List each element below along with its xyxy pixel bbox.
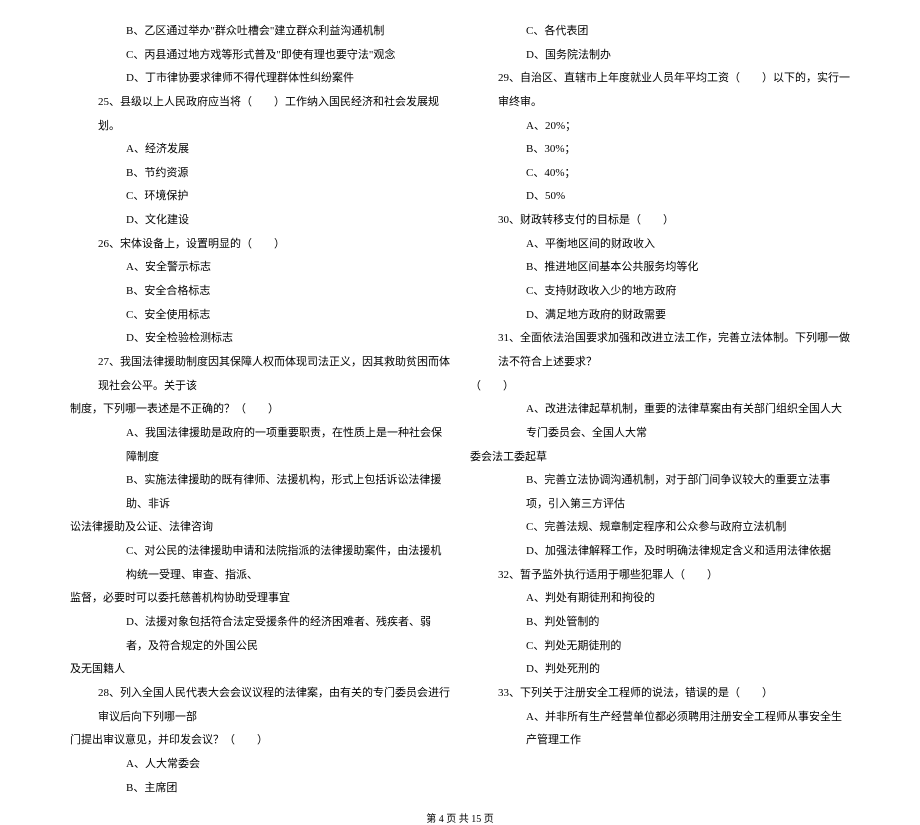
option-text: A、改进法律起草机制，重要的法律草案由有关部门组织全国人大专门委员会、全国人大常 [470,398,850,445]
option-continuation: 监督，必要时可以委托慈善机构协助受理事宜 [70,587,450,611]
option-text: C、支持财政收入少的地方政府 [470,280,850,304]
option-continuation: 委会法工委起草 [470,446,850,470]
option-text: C、判处无期徒刑的 [470,635,850,659]
question-text: 33、下列关于注册安全工程师的说法，错误的是（ ） [470,682,850,706]
option-text: B、主席团 [70,777,450,801]
option-text: B、判处管制的 [470,611,850,635]
option-text: D、法援对象包括符合法定受援条件的经济困难者、残疾者、弱者，及符合规定的外国公民 [70,611,450,658]
option-text: C、完善法规、规章制定程序和公众参与政府立法机制 [470,516,850,540]
question-continuation: 门提出审议意见，并印发会议？（ ） [70,729,450,753]
option-text: A、人大常委会 [70,753,450,777]
option-text: A、20%； [470,115,850,139]
option-text: D、满足地方政府的财政需要 [470,304,850,328]
left-column: B、乙区通过举办"群众吐槽会"建立群众利益沟通机制 C、丙县通过地方戏等形式普及… [60,20,460,800]
option-continuation: 及无国籍人 [70,658,450,682]
option-text: A、我国法律援助是政府的一项重要职责，在性质上是一种社会保障制度 [70,422,450,469]
option-text: B、实施法律援助的既有律师、法援机构，形式上包括诉讼法律援助、非诉 [70,469,450,516]
question-text: 25、县级以上人民政府应当将（ ）工作纳入国民经济和社会发展规划。 [70,91,450,138]
question-text: 28、列入全国人民代表大会会议议程的法律案，由有关的专门委员会进行审议后向下列哪… [70,682,450,729]
page-footer: 第 4 页 共 15 页 [0,810,920,825]
option-text: A、安全警示标志 [70,256,450,280]
question-text: 30、财政转移支付的目标是（ ） [470,209,850,233]
option-text: D、加强法律解释工作，及时明确法律规定含义和适用法律依据 [470,540,850,564]
option-text: A、并非所有生产经营单位都必须聘用注册安全工程师从事安全生产管理工作 [470,706,850,753]
question-continuation: 制度，下列哪一表述是不正确的？（ ） [70,398,450,422]
question-text: 32、暂予监外执行适用于哪些犯罪人（ ） [470,564,850,588]
option-text: C、安全使用标志 [70,304,450,328]
option-text: C、对公民的法律援助申请和法院指派的法律援助案件，由法援机构统一受理、审查、指派… [70,540,450,587]
option-continuation: 讼法律援助及公证、法律咨询 [70,516,450,540]
option-text: C、各代表团 [470,20,850,44]
option-text: B、节约资源 [70,162,450,186]
option-text: B、30%； [470,138,850,162]
option-text: D、国务院法制办 [470,44,850,68]
option-text: B、推进地区间基本公共服务均等化 [470,256,850,280]
option-text: D、判处死刑的 [470,658,850,682]
question-text: 27、我国法律援助制度因其保障人权而体现司法正义，因其救助贫困而体现社会公平。关… [70,351,450,398]
option-text: A、经济发展 [70,138,450,162]
option-text: C、环境保护 [70,185,450,209]
option-text: C、丙县通过地方戏等形式普及"即使有理也要守法"观念 [70,44,450,68]
option-text: B、安全合格标志 [70,280,450,304]
question-text: 26、宋体设备上，设置明显的（ ） [70,233,450,257]
option-text: D、丁市律协要求律师不得代理群体性纠纷案件 [70,67,450,91]
question-continuation: （ ） [470,375,850,399]
page-container: B、乙区通过举办"群众吐槽会"建立群众利益沟通机制 C、丙县通过地方戏等形式普及… [0,0,920,800]
question-text: 29、自治区、直辖市上年度就业人员年平均工资（ ）以下的，实行一审终审。 [470,67,850,114]
option-text: A、平衡地区间的财政收入 [470,233,850,257]
option-text: B、完善立法协调沟通机制，对于部门间争议较大的重要立法事项，引入第三方评估 [470,469,850,516]
question-text: 31、全面依法治国要求加强和改进立法工作，完善立法体制。下列哪一做法不符合上述要… [470,327,850,374]
option-text: A、判处有期徒刑和拘役的 [470,587,850,611]
option-text: D、文化建设 [70,209,450,233]
option-text: C、40%； [470,162,850,186]
right-column: C、各代表团 D、国务院法制办 29、自治区、直辖市上年度就业人员年平均工资（ … [460,20,860,800]
option-text: D、50% [470,185,850,209]
option-text: B、乙区通过举办"群众吐槽会"建立群众利益沟通机制 [70,20,450,44]
option-text: D、安全检验检测标志 [70,327,450,351]
